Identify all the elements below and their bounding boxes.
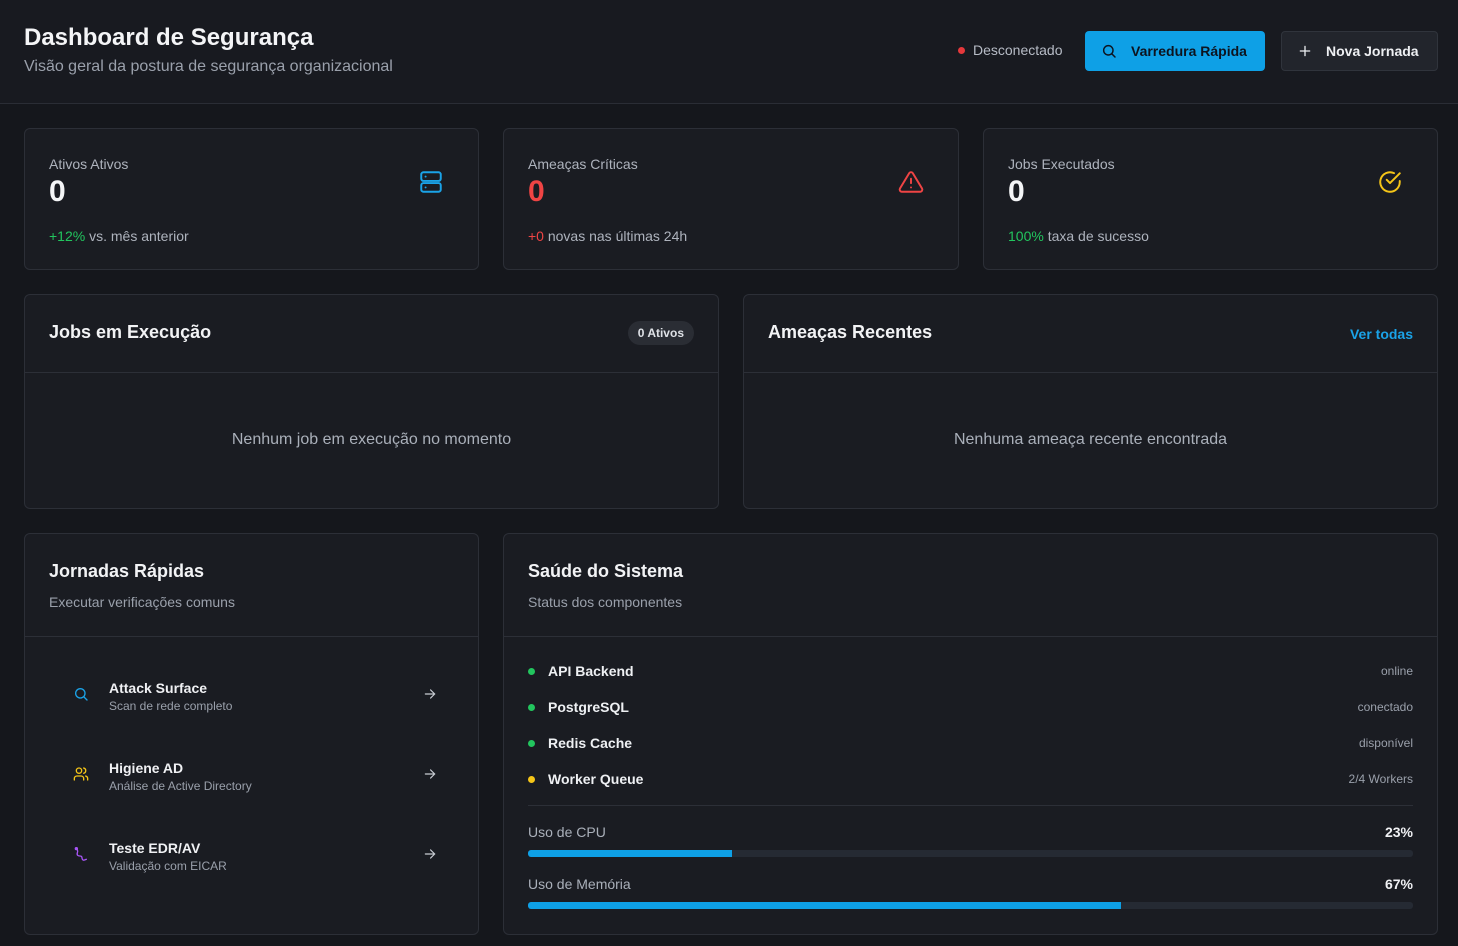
status-dot-icon xyxy=(528,667,535,675)
connection-status-label: Desconectado xyxy=(973,42,1063,58)
panel-title: Jobs em Execução xyxy=(49,322,212,342)
server-icon xyxy=(420,171,442,193)
quick-scan-button[interactable]: Varredura Rápida xyxy=(1085,31,1265,71)
stat-footnote-text: vs. mês anterior xyxy=(89,228,189,244)
memory-usage-label: Uso de Memória xyxy=(528,876,631,892)
panel-subtitle: Status dos componentes xyxy=(528,594,683,610)
panel-divider xyxy=(25,636,478,637)
warning-triangle-icon xyxy=(898,171,924,193)
check-circle-icon xyxy=(1379,171,1401,193)
stat-delta: +12% xyxy=(49,228,86,244)
new-journey-label: Nova Jornada xyxy=(1326,43,1419,59)
recent-threats-panel: Ameaças Recentes Ver todas Nenhuma ameaç… xyxy=(743,294,1438,509)
journey-subtitle: Scan de rede completo xyxy=(109,699,233,713)
arrow-right-icon xyxy=(424,689,436,699)
component-name: PostgreSQL xyxy=(548,699,629,715)
journey-title: Attack Surface xyxy=(109,680,208,696)
health-row-worker-queue: Worker Queue 2/4 Workers xyxy=(528,769,1413,789)
component-name: API Backend xyxy=(548,663,634,679)
cpu-usage-value: 23% xyxy=(1384,824,1413,840)
plus-icon xyxy=(1299,45,1311,57)
status-dot-icon xyxy=(528,703,535,711)
health-row-redis: Redis Cache disponível xyxy=(528,733,1413,753)
stat-label: Jobs Executados xyxy=(1008,156,1115,172)
stat-label: Ameaças Críticas xyxy=(528,156,638,172)
arrow-right-icon xyxy=(424,849,436,859)
panel-divider xyxy=(25,372,718,373)
panel-divider xyxy=(528,805,1413,806)
journey-title: Teste EDR/AV xyxy=(109,840,201,856)
quick-scan-label: Varredura Rápida xyxy=(1131,43,1247,59)
panel-title: Jornadas Rápidas xyxy=(49,561,205,581)
status-dot-icon xyxy=(958,46,965,54)
empty-state-text: Nenhum job em execução no momento xyxy=(231,431,512,448)
component-status: conectado xyxy=(1357,700,1413,714)
stat-value: 0 xyxy=(1008,175,1025,208)
stat-footnote-text: taxa de sucesso xyxy=(1047,228,1149,244)
health-row-postgres: PostgreSQL conectado xyxy=(528,697,1413,717)
new-journey-button[interactable]: Nova Jornada xyxy=(1281,31,1438,71)
journey-item-ad-hygiene[interactable]: Higiene AD Análise de Active Directory xyxy=(65,747,441,803)
component-name: Redis Cache xyxy=(548,735,633,751)
jobs-running-panel: Jobs em Execução 0 Ativos Nenhum job em … xyxy=(24,294,719,509)
component-status: disponível xyxy=(1358,736,1413,750)
stat-footnote: +12% vs. mês anterior xyxy=(49,228,189,244)
bug-icon xyxy=(74,847,87,861)
stat-footnote: +0 novas nas últimas 24h xyxy=(528,228,687,244)
stat-label: Ativos Ativos xyxy=(49,156,129,172)
search-icon xyxy=(1102,44,1116,58)
journey-subtitle: Validação com EICAR xyxy=(109,859,227,873)
users-icon xyxy=(73,767,89,781)
cpu-usage-bar-fill xyxy=(528,850,732,857)
stat-footnote: 100% taxa de sucesso xyxy=(1008,228,1149,244)
journey-subtitle: Análise de Active Directory xyxy=(109,779,252,793)
empty-state-text: Nenhuma ameaça recente encontrada xyxy=(953,431,1228,448)
stat-delta: +0 xyxy=(528,228,544,244)
stat-value: 0 xyxy=(528,175,545,208)
journey-title: Higiene AD xyxy=(109,760,184,776)
arrow-right-icon xyxy=(424,769,436,779)
system-health-panel: Saúde do Sistema Status dos componentes … xyxy=(503,533,1438,935)
panel-title: Saúde do Sistema xyxy=(528,561,684,581)
panel-subtitle: Executar verificações comuns xyxy=(49,594,235,610)
page-subtitle: Visão geral da postura de segurança orga… xyxy=(24,58,393,75)
cpu-usage-label: Uso de CPU xyxy=(528,824,606,840)
search-icon xyxy=(75,688,88,701)
journey-item-edr-av-test[interactable]: Teste EDR/AV Validação com EICAR xyxy=(65,827,441,883)
health-row-api: API Backend online xyxy=(528,661,1413,681)
connection-status: Desconectado xyxy=(958,42,1063,58)
panel-divider xyxy=(744,372,1437,373)
top-bar: Dashboard de Segurança Visão geral da po… xyxy=(0,0,1458,104)
journey-item-attack-surface[interactable]: Attack Surface Scan de rede completo xyxy=(65,667,441,723)
stat-footnote-text: novas nas últimas 24h xyxy=(547,228,688,244)
memory-usage-value: 67% xyxy=(1384,876,1413,892)
panel-title: Ameaças Recentes xyxy=(768,322,933,342)
status-dot-icon xyxy=(528,775,535,783)
page-title: Dashboard de Segurança xyxy=(24,24,314,51)
stat-card-assets: Ativos Ativos 0 +12% vs. mês anterior xyxy=(24,128,479,270)
component-status: 2/4 Workers xyxy=(1348,772,1413,786)
view-all-link[interactable]: Ver todas xyxy=(1350,326,1413,342)
memory-usage-bar xyxy=(528,902,1413,909)
panel-divider xyxy=(504,636,1437,637)
status-dot-icon xyxy=(528,739,535,747)
component-status: online xyxy=(1380,664,1413,678)
cpu-usage-bar xyxy=(528,850,1413,857)
stat-card-jobs-executed: Jobs Executados 0 100% taxa de sucesso xyxy=(983,128,1438,270)
stat-card-critical-threats: Ameaças Críticas 0 +0 novas nas últimas … xyxy=(503,128,959,270)
active-jobs-badge: 0 Ativos xyxy=(627,321,694,345)
stat-delta: 100% xyxy=(1008,228,1044,244)
stat-value: 0 xyxy=(49,175,66,208)
component-name: Worker Queue xyxy=(548,771,644,787)
quick-journeys-panel: Jornadas Rápidas Executar verificações c… xyxy=(24,533,479,935)
memory-usage-bar-fill xyxy=(528,902,1121,909)
